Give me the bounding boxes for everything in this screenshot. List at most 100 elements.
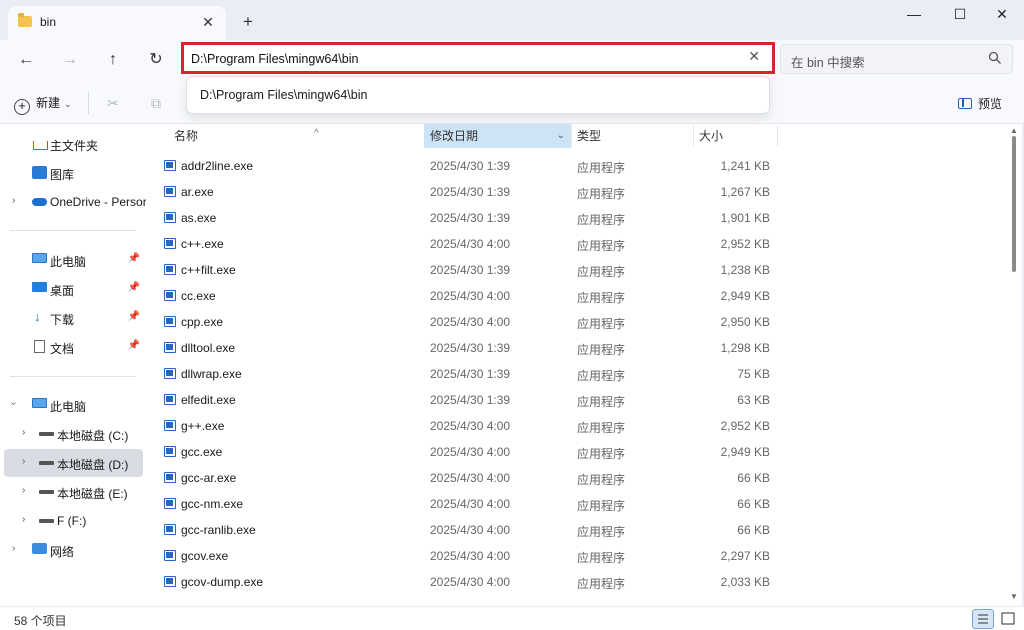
table-row[interactable]: addr2line.exe 2025/4/30 1:39 应用程序 1,241 KB	[146, 152, 1022, 178]
table-row[interactable]: cc.exe 2025/4/30 4:00 应用程序 2,949 KB	[146, 282, 1022, 308]
cut-icon[interactable]: ✂	[104, 94, 122, 112]
forward-button[interactable]: →	[56, 48, 84, 72]
table-row[interactable]: cpp.exe 2025/4/30 4:00 应用程序 2,950 KB	[146, 308, 1022, 334]
network-icon	[32, 543, 47, 554]
column-header-label: 修改日期	[430, 129, 479, 143]
table-row[interactable]: gcc.exe 2025/4/30 4:00 应用程序 2,949 KB	[146, 438, 1022, 464]
sidebar-item-home[interactable]: 主文件夹	[0, 130, 146, 158]
file-name: ar.exe	[181, 185, 214, 199]
large-icons-view-button[interactable]	[997, 609, 1019, 629]
pin-icon[interactable]: 📌	[128, 282, 140, 293]
file-type: 应用程序	[577, 161, 626, 175]
file-type: 应用程序	[577, 343, 626, 357]
address-suggestion-item[interactable]: D:\Program Files\mingw64\bin	[200, 88, 367, 102]
navigation-pane: 主文件夹 图库 › OneDrive - Persor 此电脑 📌 桌面 📌 ↓…	[0, 124, 147, 606]
sidebar-item-drive-f[interactable]: › F (F:)	[0, 507, 146, 535]
table-row[interactable]: gcc-nm.exe 2025/4/30 4:00 应用程序 66 KB	[146, 490, 1022, 516]
search-icon[interactable]	[988, 51, 1002, 65]
table-row[interactable]: dlltool.exe 2025/4/30 1:39 应用程序 1,298 KB	[146, 334, 1022, 360]
file-name: gcc-ranlib.exe	[181, 523, 256, 537]
chevron-right-icon[interactable]: ›	[12, 195, 15, 206]
clear-address-icon[interactable]: ✕	[748, 48, 760, 65]
sidebar-item-drive-c[interactable]: › 本地磁盘 (C:)	[0, 420, 146, 448]
chevron-right-icon[interactable]: ›	[22, 456, 25, 467]
scroll-down-icon[interactable]: ▼	[1010, 592, 1018, 601]
file-size: 2,297 KB	[720, 549, 770, 563]
table-row[interactable]: as.exe 2025/4/30 1:39 应用程序 1,901 KB	[146, 204, 1022, 230]
chevron-down-icon[interactable]: ›	[8, 402, 19, 405]
chevron-right-icon[interactable]: ›	[22, 514, 25, 525]
column-separator[interactable]	[777, 126, 778, 146]
table-row[interactable]: c++.exe 2025/4/30 4:00 应用程序 2,952 KB	[146, 230, 1022, 256]
column-header-name[interactable]: 名称 ^	[168, 124, 424, 148]
pin-icon[interactable]: 📌	[128, 340, 140, 351]
file-size: 2,952 KB	[720, 419, 770, 433]
details-view-button[interactable]	[972, 609, 994, 629]
file-type: 应用程序	[577, 473, 626, 487]
sidebar-item-desktop[interactable]: 桌面 📌	[0, 275, 146, 303]
sidebar-item-drive-e[interactable]: › 本地磁盘 (E:)	[0, 478, 146, 506]
sidebar-item-this-pc-pinned[interactable]: 此电脑 📌	[0, 246, 146, 274]
file-type: 应用程序	[577, 525, 626, 539]
sidebar-item-documents[interactable]: 文档 📌	[0, 333, 146, 361]
chevron-right-icon[interactable]: ›	[12, 543, 15, 554]
table-row[interactable]: gcov.exe 2025/4/30 4:00 应用程序 2,297 KB	[146, 542, 1022, 568]
sidebar-item-network[interactable]: › 网络	[0, 536, 146, 564]
back-button[interactable]: ←	[12, 48, 40, 72]
table-row[interactable]: g++.exe 2025/4/30 4:00 应用程序 2,952 KB	[146, 412, 1022, 438]
tab-close-icon[interactable]: ✕	[198, 12, 218, 32]
scroll-up-icon[interactable]: ▲	[1010, 126, 1018, 135]
table-row[interactable]: ar.exe 2025/4/30 1:39 应用程序 1,267 KB	[146, 178, 1022, 204]
chevron-down-icon[interactable]: ⌄	[557, 124, 565, 148]
chevron-right-icon[interactable]: ›	[22, 427, 25, 438]
maximize-button[interactable]: ☐	[938, 0, 982, 30]
address-bar[interactable]: ✕	[181, 42, 775, 74]
address-suggestion-dropdown: D:\Program Files\mingw64\bin	[186, 76, 770, 114]
pin-icon[interactable]: 📌	[128, 311, 140, 322]
refresh-button[interactable]: ↻	[142, 48, 170, 72]
sidebar-item-label: 本地磁盘 (E:)	[57, 487, 128, 501]
file-size: 2,949 KB	[720, 289, 770, 303]
sidebar-item-label: 下载	[50, 313, 75, 327]
search-placeholder[interactable]: 在 bin 中搜索	[791, 52, 865, 71]
up-button[interactable]: ↑	[99, 48, 127, 72]
new-tab-button[interactable]: +	[238, 12, 258, 32]
minimize-button[interactable]: —	[892, 0, 936, 30]
sidebar-item-drive-d[interactable]: › 本地磁盘 (D:)	[4, 449, 143, 477]
chevron-right-icon[interactable]: ›	[22, 485, 25, 496]
sidebar-item-onedrive[interactable]: › OneDrive - Persor	[0, 188, 147, 216]
sidebar-item-this-pc[interactable]: › 此电脑	[0, 391, 146, 419]
new-button[interactable]: + 新建 ⌄	[14, 94, 72, 115]
vertical-scrollbar[interactable]	[1012, 136, 1016, 272]
file-type: 应用程序	[577, 239, 626, 253]
sidebar-item-downloads[interactable]: ↓ 下载 📌	[0, 304, 146, 332]
toolbar-divider	[88, 92, 89, 114]
table-row[interactable]: gcc-ar.exe 2025/4/30 4:00 应用程序 66 KB	[146, 464, 1022, 490]
table-row[interactable]: dllwrap.exe 2025/4/30 1:39 应用程序 75 KB	[146, 360, 1022, 386]
file-name: gcc-nm.exe	[181, 497, 244, 511]
column-header-date[interactable]: 修改日期 ⌄	[424, 124, 571, 148]
file-date: 2025/4/30 1:39	[430, 211, 511, 225]
download-icon: ↓	[34, 309, 41, 324]
table-row[interactable]: elfedit.exe 2025/4/30 1:39 应用程序 63 KB	[146, 386, 1022, 412]
preview-button[interactable]: 预览	[958, 95, 1002, 112]
search-box[interactable]: 在 bin 中搜索	[780, 44, 1013, 74]
file-date: 2025/4/30 4:00	[430, 445, 511, 459]
table-row[interactable]: gcov-dump.exe 2025/4/30 4:00 应用程序 2,033 KB	[146, 568, 1022, 594]
close-window-button[interactable]: ✕	[980, 0, 1024, 30]
table-row[interactable]: gcc-ranlib.exe 2025/4/30 4:00 应用程序 66 KB	[146, 516, 1022, 542]
details-view-icon	[978, 614, 988, 624]
file-date: 2025/4/30 4:00	[430, 289, 511, 303]
preview-label: 预览	[978, 97, 1003, 111]
copy-icon[interactable]: ⧉	[147, 94, 165, 112]
pin-icon[interactable]: 📌	[128, 253, 140, 264]
tab-bin[interactable]: bin ✕	[8, 6, 226, 40]
title-bar: bin ✕ + — ☐ ✕	[0, 0, 1024, 40]
file-date: 2025/4/30 1:39	[430, 393, 511, 407]
column-header-type[interactable]: 类型	[571, 124, 693, 148]
column-header-size[interactable]: 大小	[693, 124, 777, 148]
table-row[interactable]: c++filt.exe 2025/4/30 1:39 应用程序 1,238 KB	[146, 256, 1022, 282]
sidebar-item-label: 此电脑	[50, 400, 87, 414]
sidebar-item-gallery[interactable]: 图库	[0, 159, 146, 187]
address-input[interactable]	[191, 49, 731, 69]
